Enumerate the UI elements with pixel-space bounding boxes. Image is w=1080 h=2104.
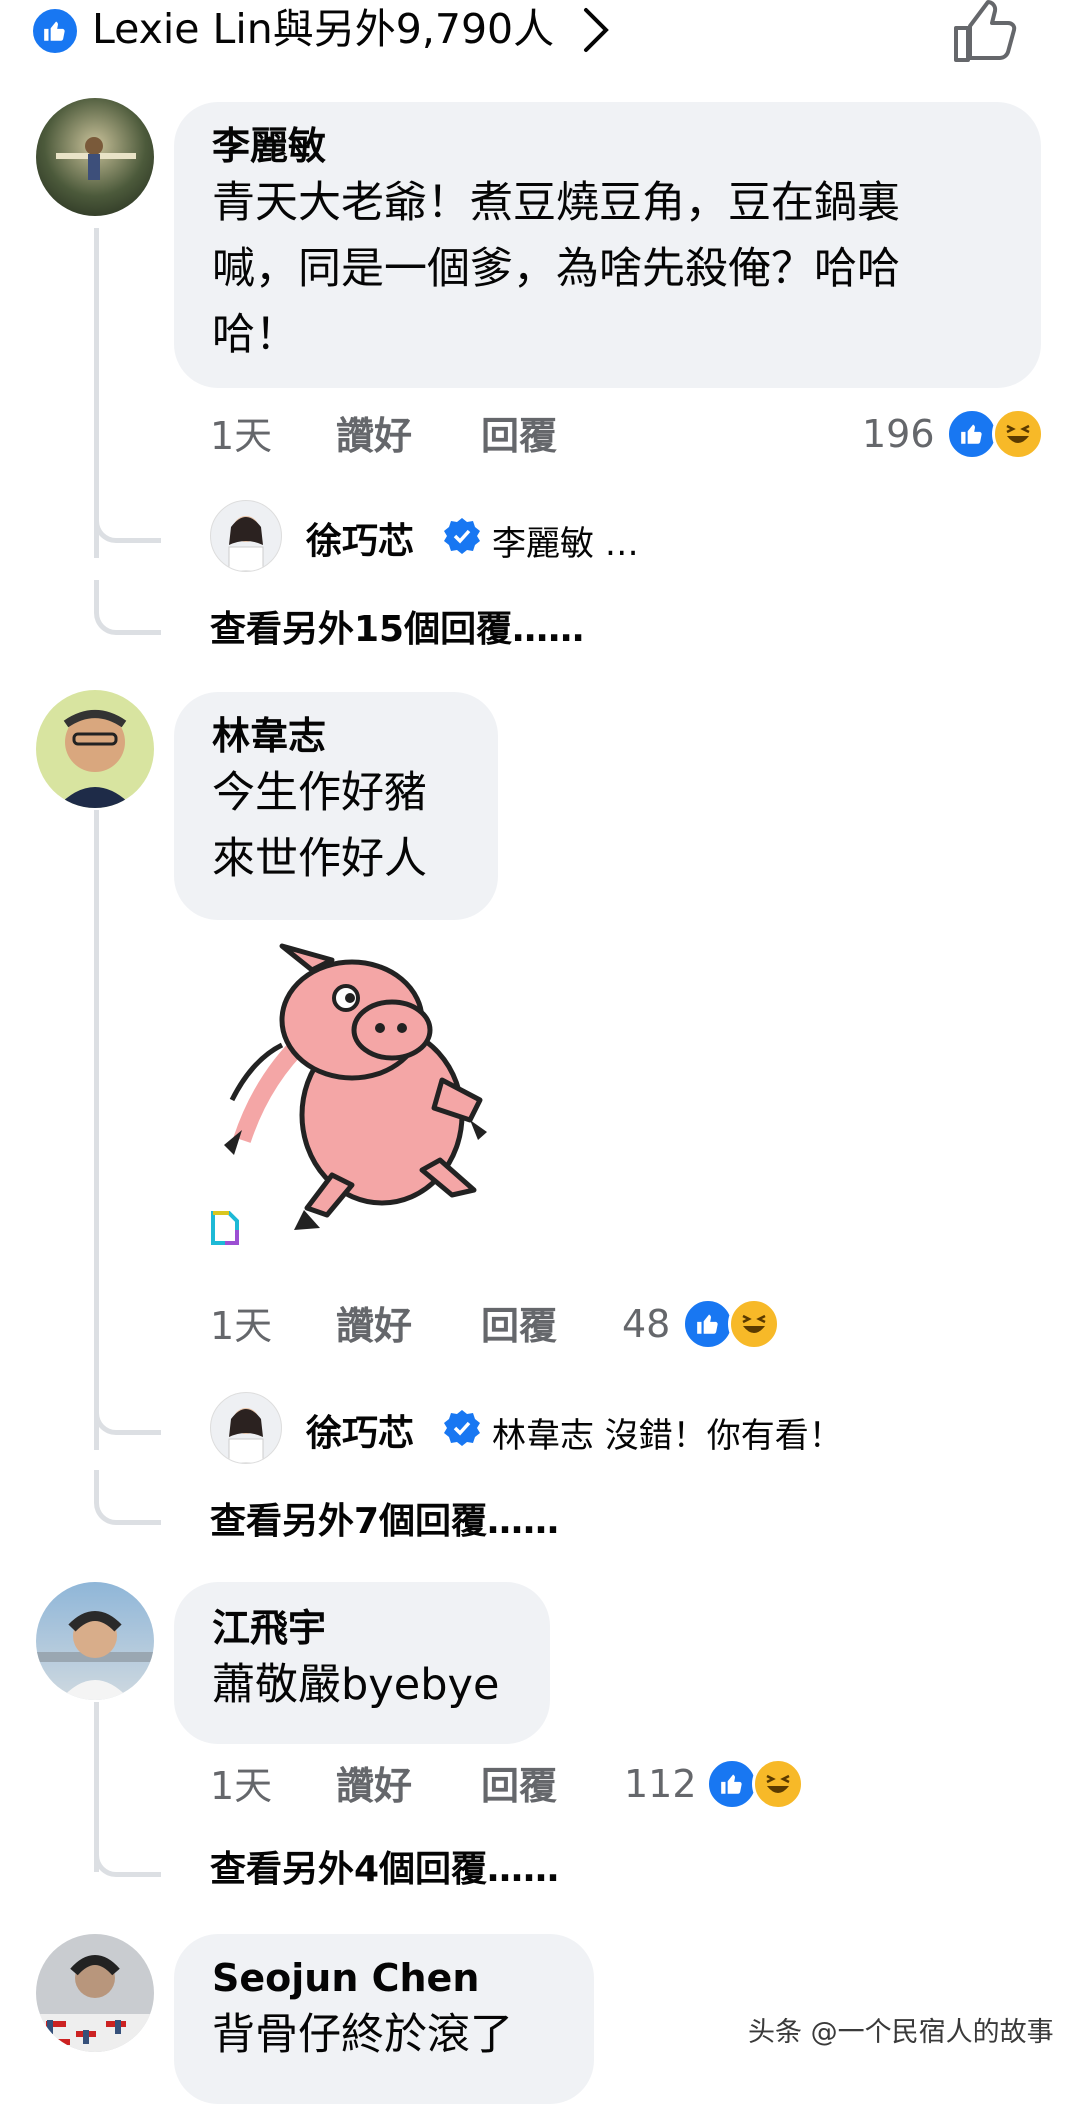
comment-time[interactable]: 1天 [210, 1302, 272, 1350]
thread-connector [94, 580, 161, 635]
reply-text: 李麗敏 … [492, 524, 639, 564]
haha-reaction-icon [728, 1298, 780, 1350]
thread-connector [94, 488, 161, 543]
avatar[interactable] [210, 1392, 282, 1464]
reply-button[interactable]: 回覆 [481, 412, 557, 460]
haha-reaction-icon [752, 1758, 804, 1810]
like-comment-button[interactable]: 讚好 [336, 412, 412, 460]
like-button-icon[interactable] [950, 0, 1020, 68]
thread-connector [94, 1470, 161, 1525]
comment-text-line: 青天大老爺！煮豆燒豆角，豆在鍋裏 [212, 178, 900, 228]
haha-reaction-icon [992, 408, 1044, 460]
comment-bubble[interactable]: 林韋志 今生作好豬 來世作好人 [174, 692, 498, 920]
watermark: 头条 @一个民宿人的故事 [748, 2017, 1054, 2048]
comment-author[interactable]: Seojun Chen [212, 1954, 556, 2002]
pig-sticker[interactable] [212, 940, 512, 1240]
chevron-right-icon[interactable] [578, 6, 612, 58]
reaction-count[interactable]: 48 [622, 1300, 670, 1348]
verified-badge-icon [442, 1408, 482, 1448]
comment-text-line: 今生作好豬 [212, 768, 427, 818]
comment-bubble[interactable]: 江飛宇 蕭敬嚴byebye [174, 1582, 550, 1744]
view-more-replies[interactable]: 查看另外4個回覆…… [210, 1840, 559, 1892]
avatar[interactable] [36, 690, 154, 808]
sticker-icon [210, 1210, 240, 1250]
reaction-count[interactable]: 196 [862, 410, 935, 458]
comment-text-line: 蕭敬嚴byebye [212, 1660, 500, 1710]
like-reaction-icon [706, 1758, 758, 1810]
comment-text-line: 來世作好人 [212, 834, 427, 884]
reaction-count[interactable]: 112 [624, 1760, 697, 1808]
comment-text-line: 背骨仔終於滾了 [212, 2010, 513, 2060]
comment-bubble[interactable]: Seojun Chen 背骨仔終於滾了 [174, 1934, 594, 2104]
comment-text-line: 哈！ [212, 310, 298, 360]
reactors-summary[interactable]: Lexie Lin與另外9,790人 [92, 2, 554, 56]
thread-connector [94, 1380, 161, 1435]
comment-bubble[interactable]: 李麗敏 青天大老爺！煮豆燒豆角，豆在鍋裏 喊，同是一個爹，為啥先殺俺？哈哈 哈！ [174, 102, 1041, 388]
comment-time[interactable]: 1天 [210, 412, 272, 460]
like-reaction-icon [30, 6, 80, 56]
comment-text-line: 喊，同是一個爹，為啥先殺俺？哈哈 [212, 244, 900, 294]
reply-button[interactable]: 回覆 [481, 1302, 557, 1350]
reply-text: 林韋志 沒錯！你有看！ [492, 1416, 843, 1456]
thread-line [94, 810, 99, 1450]
comment-time[interactable]: 1天 [210, 1762, 272, 1810]
avatar[interactable] [36, 1582, 154, 1700]
avatar[interactable] [210, 500, 282, 572]
reply-author[interactable]: 徐巧芯 [306, 512, 414, 564]
comment-author[interactable]: 林韋志 [212, 712, 460, 760]
avatar[interactable] [36, 98, 154, 216]
reply-button[interactable]: 回覆 [481, 1762, 557, 1810]
like-comment-button[interactable]: 讚好 [336, 1762, 412, 1810]
like-comment-button[interactable]: 讚好 [336, 1302, 412, 1350]
comment-author[interactable]: 李麗敏 [212, 122, 1003, 170]
verified-badge-icon [442, 516, 482, 556]
reply-author[interactable]: 徐巧芯 [306, 1404, 414, 1456]
comment-author[interactable]: 江飛宇 [212, 1604, 512, 1652]
thread-connector [94, 1822, 161, 1877]
like-reaction-icon [946, 408, 998, 460]
view-more-replies[interactable]: 查看另外15個回覆…… [210, 600, 584, 652]
view-more-replies[interactable]: 查看另外7個回覆…… [210, 1492, 559, 1544]
like-reaction-icon [682, 1298, 734, 1350]
avatar[interactable] [36, 1934, 154, 2052]
